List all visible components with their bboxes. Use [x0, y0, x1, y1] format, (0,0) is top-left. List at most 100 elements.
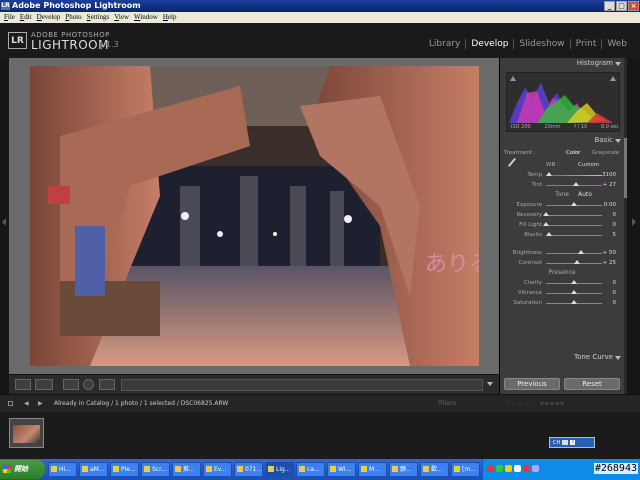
clarity-value[interactable]: 0: [613, 280, 617, 286]
close-button[interactable]: ×: [628, 1, 639, 11]
contrast-value[interactable]: + 25: [603, 260, 616, 266]
highlight-clipping-icon[interactable]: [610, 76, 616, 81]
contrast-slider[interactable]: Contrast + 25: [500, 258, 624, 268]
grid-icon[interactable]: [8, 401, 13, 406]
tint-value[interactable]: + 27: [603, 182, 616, 188]
tray-icon[interactable]: [496, 465, 503, 472]
menu-view[interactable]: View: [114, 12, 129, 23]
basic-header[interactable]: Basic: [500, 135, 624, 146]
module-print[interactable]: Print: [569, 39, 602, 49]
tray-icon[interactable]: [487, 465, 494, 472]
taskbar-button[interactable]: aM...: [79, 462, 108, 477]
fill-light-track[interactable]: [546, 225, 602, 226]
forward-arrow-icon[interactable]: ▶: [38, 400, 43, 407]
exposure-value[interactable]: 0.00: [604, 202, 616, 208]
taskbar-button[interactable]: 推...: [172, 462, 201, 477]
previous-button[interactable]: Previous: [504, 378, 560, 390]
tray-icon[interactable]: [523, 465, 530, 472]
taskbar-button[interactable]: 靜...: [389, 462, 418, 477]
module-library[interactable]: Library: [424, 39, 465, 49]
clarity-knob[interactable]: [571, 280, 577, 284]
temp-slider[interactable]: Temp 3100: [500, 170, 624, 180]
recovery-value[interactable]: 0: [613, 212, 617, 218]
fill-light-value[interactable]: 0: [613, 222, 617, 228]
menu-file[interactable]: File: [4, 12, 15, 23]
taskbar-button[interactable]: Ev...: [203, 462, 232, 477]
maximize-button[interactable]: □: [616, 1, 627, 11]
tint-slider[interactable]: Tint + 27: [500, 180, 624, 190]
temp-track[interactable]: [546, 175, 602, 176]
vibrance-slider[interactable]: Vibrance 0: [500, 288, 624, 298]
saturation-knob[interactable]: [571, 300, 577, 304]
contrast-knob[interactable]: [574, 260, 581, 264]
brightness-knob[interactable]: [577, 250, 584, 254]
loupe-view-button[interactable]: [15, 379, 31, 390]
taskbar-button[interactable]: 歡...: [420, 462, 449, 477]
taskbar-button[interactable]: Ple...: [110, 462, 139, 477]
auto-tone-button[interactable]: Auto: [578, 190, 592, 200]
temp-knob[interactable]: [546, 172, 553, 176]
module-web[interactable]: Web: [601, 39, 632, 49]
saturation-value[interactable]: 0: [613, 300, 617, 306]
grayscale-option[interactable]: Grayscale: [592, 150, 619, 156]
start-button[interactable]: 開始: [0, 460, 45, 479]
taskbar-button[interactable]: Lig...: [265, 462, 294, 477]
toolbar-content-field[interactable]: [121, 379, 483, 391]
module-slideshow[interactable]: Slideshow: [513, 39, 569, 49]
color-option[interactable]: Color: [566, 150, 580, 156]
taskbar-button[interactable]: [m...: [451, 462, 480, 477]
filmstrip-thumbnail[interactable]: [9, 418, 44, 448]
menu-photo[interactable]: Photo: [65, 12, 81, 23]
zoom-button[interactable]: [99, 379, 115, 390]
module-develop[interactable]: Develop: [465, 39, 513, 49]
left-panel-toggle[interactable]: [0, 58, 9, 394]
recovery-slider[interactable]: Recovery 0: [500, 210, 624, 220]
blacks-track[interactable]: [546, 235, 602, 236]
recovery-track[interactable]: [546, 215, 602, 216]
fill-light-knob[interactable]: [543, 222, 549, 226]
blacks-value[interactable]: 5: [613, 232, 617, 238]
tint-knob[interactable]: [573, 182, 580, 186]
vibrance-knob[interactable]: [571, 290, 577, 294]
tone-curve-header[interactable]: Tone Curve: [500, 352, 624, 363]
menu-settings[interactable]: Settings: [87, 12, 110, 23]
brightness-slider[interactable]: Brightness + 50: [500, 248, 624, 258]
redeye-tool-button[interactable]: [83, 379, 94, 390]
taskbar-button[interactable]: Wi...: [327, 462, 356, 477]
histogram[interactable]: ISO 200 20mm f / 10 8.0 sec: [506, 72, 620, 132]
minimize-button[interactable]: _: [604, 1, 615, 11]
brightness-value[interactable]: + 50: [603, 250, 616, 256]
tray-icon[interactable]: [532, 465, 539, 472]
shadow-clipping-icon[interactable]: [510, 76, 516, 81]
recovery-knob[interactable]: [543, 212, 549, 216]
crop-tool-button[interactable]: [63, 379, 79, 390]
taskbar-button[interactable]: ca...: [296, 462, 325, 477]
taskbar-button[interactable]: 071...: [234, 462, 263, 477]
vibrance-value[interactable]: 0: [613, 290, 617, 296]
menu-window[interactable]: Window: [134, 12, 158, 23]
catalog-status[interactable]: Already in Catalog / 1 photo / 1 selecte…: [54, 400, 228, 407]
fill-light-slider[interactable]: Fill Light 0: [500, 220, 624, 230]
blacks-slider[interactable]: Blacks 5: [500, 230, 624, 240]
ime-indicator[interactable]: CH ?: [549, 437, 595, 448]
rating-filter[interactable]: ☆☆☆☆☆ ▪▪▪▪▪: [505, 400, 565, 407]
tray-icon[interactable]: [505, 465, 512, 472]
back-arrow-icon[interactable]: ◀: [24, 400, 29, 407]
before-after-button[interactable]: [35, 379, 53, 390]
menu-develop[interactable]: Develop: [37, 12, 61, 23]
blacks-knob[interactable]: [545, 232, 552, 236]
histogram-header[interactable]: Histogram: [500, 58, 624, 69]
photo-preview[interactable]: ありる: [30, 66, 479, 366]
exposure-knob[interactable]: [571, 202, 577, 206]
clarity-slider[interactable]: Clarity 0: [500, 278, 624, 288]
menu-help[interactable]: Help: [163, 12, 177, 23]
toolbar-dropdown-icon[interactable]: [487, 382, 493, 386]
brightness-track[interactable]: [546, 253, 602, 254]
temp-value[interactable]: 3100: [602, 172, 616, 178]
taskbar-button[interactable]: M...: [358, 462, 387, 477]
right-panel-toggle[interactable]: [627, 58, 640, 394]
taskbar-button[interactable]: Hi...: [48, 462, 77, 477]
tray-icon[interactable]: [514, 465, 521, 472]
taskbar-button[interactable]: Scr...: [141, 462, 170, 477]
reset-button[interactable]: Reset: [564, 378, 620, 390]
